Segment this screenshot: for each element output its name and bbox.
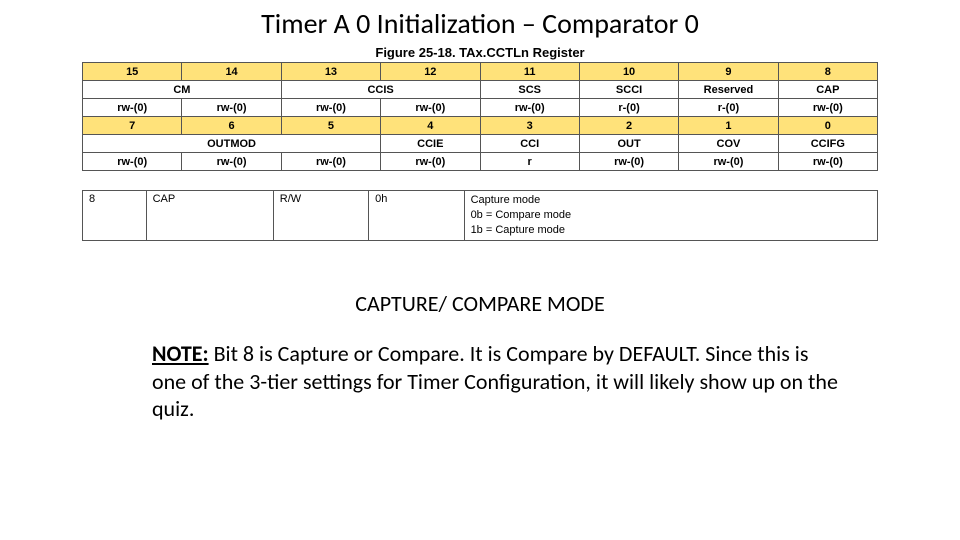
bit-number-row: 76543210 (83, 117, 878, 135)
bit-number-cell: 11 (480, 63, 579, 81)
field-name-cell: COV (679, 135, 778, 153)
rw-cell: rw-(0) (381, 153, 480, 171)
rw-cell: rw-(0) (182, 153, 281, 171)
bit-number-cell: 3 (480, 117, 579, 135)
page-title: Timer A 0 Initialization – Comparator 0 (0, 6, 960, 41)
detail-reset: 0h (369, 191, 464, 241)
note-lead: NOTE: (152, 340, 209, 367)
bit-number-cell: 6 (182, 117, 281, 135)
field-name-cell: CAP (778, 81, 877, 99)
rw-row: rw-(0)rw-(0)rw-(0)rw-(0)rw-(0)r-(0)r-(0)… (83, 99, 878, 117)
bit-number-cell: 5 (281, 117, 380, 135)
bit-number-cell: 10 (579, 63, 678, 81)
bit-number-cell: 2 (579, 117, 678, 135)
field-name-cell: SCCI (579, 81, 678, 99)
bit-number-row: 15141312111098 (83, 63, 878, 81)
rw-cell: rw-(0) (679, 153, 778, 171)
register-table-wrap: 15141312111098CMCCISSCSSCCIReservedCAPrw… (82, 62, 878, 171)
detail-description: Capture mode0b = Compare mode1b = Captur… (464, 191, 877, 241)
field-name-cell: OUTMOD (83, 135, 381, 153)
slide: Timer A 0 Initialization – Comparator 0 … (0, 0, 960, 540)
rw-cell: rw-(0) (281, 153, 380, 171)
rw-cell: r (480, 153, 579, 171)
field-name-cell: CCIFG (778, 135, 877, 153)
rw-cell: rw-(0) (778, 99, 877, 117)
detail-type: R/W (273, 191, 368, 241)
bit-number-cell: 1 (679, 117, 778, 135)
rw-cell: rw-(0) (281, 99, 380, 117)
rw-cell: rw-(0) (182, 99, 281, 117)
rw-cell: rw-(0) (480, 99, 579, 117)
field-name-row: OUTMODCCIECCIOUTCOVCCIFG (83, 135, 878, 153)
rw-cell: rw-(0) (381, 99, 480, 117)
field-name-cell: Reserved (679, 81, 778, 99)
bit-number-cell: 7 (83, 117, 182, 135)
rw-cell: r-(0) (579, 99, 678, 117)
bit-number-cell: 0 (778, 117, 877, 135)
rw-cell: r-(0) (679, 99, 778, 117)
field-detail-wrap: 8 CAP R/W 0h Capture mode0b = Compare mo… (82, 190, 878, 241)
bit-number-cell: 15 (83, 63, 182, 81)
rw-cell: rw-(0) (579, 153, 678, 171)
note-text: NOTE: Bit 8 is Capture or Compare. It is… (152, 340, 842, 423)
bit-number-cell: 14 (182, 63, 281, 81)
bit-number-cell: 9 (679, 63, 778, 81)
field-detail-table: 8 CAP R/W 0h Capture mode0b = Compare mo… (82, 190, 878, 241)
field-name-row: CMCCISSCSSCCIReservedCAP (83, 81, 878, 99)
detail-bit: 8 (83, 191, 147, 241)
register-table: 15141312111098CMCCISSCSSCCIReservedCAPrw… (82, 62, 878, 171)
rw-cell: rw-(0) (83, 99, 182, 117)
section-subtitle: CAPTURE/ COMPARE MODE (0, 290, 960, 317)
field-name-cell: CCIE (381, 135, 480, 153)
field-name-cell: CCIS (281, 81, 480, 99)
bit-number-cell: 4 (381, 117, 480, 135)
bit-number-cell: 13 (281, 63, 380, 81)
bit-number-cell: 12 (381, 63, 480, 81)
note-body: Bit 8 is Capture or Compare. It is Compa… (152, 340, 838, 422)
bit-number-cell: 8 (778, 63, 877, 81)
field-name-cell: CCI (480, 135, 579, 153)
field-name-cell: CM (83, 81, 282, 99)
figure-caption: Figure 25-18. TAx.CCTLn Register (0, 45, 960, 60)
rw-cell: rw-(0) (778, 153, 877, 171)
field-name-cell: OUT (579, 135, 678, 153)
table-row: 8 CAP R/W 0h Capture mode0b = Compare mo… (83, 191, 878, 241)
detail-field: CAP (146, 191, 273, 241)
rw-row: rw-(0)rw-(0)rw-(0)rw-(0)rrw-(0)rw-(0)rw-… (83, 153, 878, 171)
rw-cell: rw-(0) (83, 153, 182, 171)
field-name-cell: SCS (480, 81, 579, 99)
